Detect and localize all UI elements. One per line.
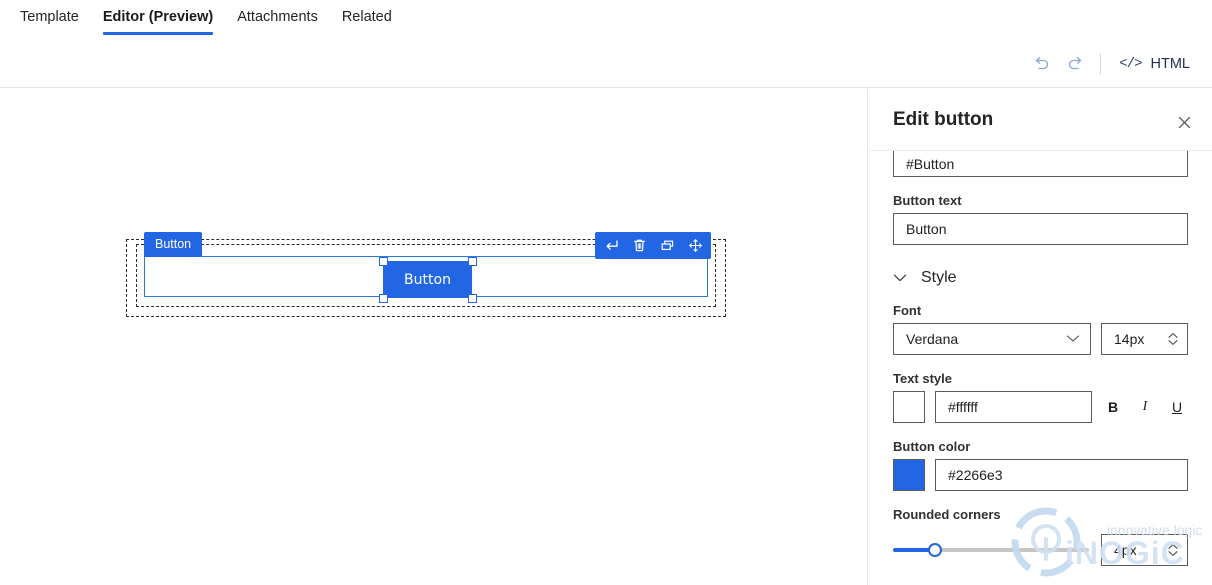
link-url-value: #Button bbox=[906, 155, 955, 172]
move-icon[interactable] bbox=[681, 232, 709, 259]
resize-handle-top-right[interactable] bbox=[468, 257, 477, 266]
redo-button[interactable] bbox=[1058, 47, 1092, 81]
resize-handle-bottom-right[interactable] bbox=[468, 294, 477, 303]
trash-glyph bbox=[633, 239, 645, 252]
panel-body: #Button Button text Button Style Font Ve… bbox=[869, 151, 1212, 566]
edit-button-panel: Edit button #Button Button text Button S… bbox=[869, 89, 1212, 585]
tab-strip: Template Editor (Preview) Attachments Re… bbox=[0, 0, 1212, 40]
element-action-toolbar bbox=[595, 232, 711, 259]
canvas-selected-button[interactable]: Button bbox=[383, 261, 472, 298]
stepper-arrows-icon[interactable] bbox=[1167, 542, 1179, 558]
style-section-title: Style bbox=[921, 269, 957, 286]
text-color-input[interactable]: #ffffff bbox=[935, 391, 1092, 423]
rounded-corners-stepper[interactable]: 4px bbox=[1101, 534, 1188, 566]
text-color-value: #ffffff bbox=[948, 399, 978, 415]
delete-icon[interactable] bbox=[625, 232, 653, 259]
html-view-button[interactable]: </> HTML bbox=[1113, 50, 1196, 78]
style-section-header[interactable]: Style bbox=[893, 269, 1188, 287]
button-text-input[interactable]: Button bbox=[893, 213, 1188, 245]
move-arrows-glyph bbox=[688, 239, 702, 252]
tab-label: Related bbox=[341, 9, 392, 25]
tab-label: Template bbox=[20, 9, 79, 25]
italic-button[interactable]: I bbox=[1134, 399, 1156, 415]
chevron-down-glyph bbox=[893, 274, 907, 281]
font-label: Font bbox=[893, 303, 922, 318]
rounded-corners-row: 4px bbox=[893, 534, 1188, 566]
font-size-value: 14px bbox=[1114, 331, 1145, 347]
chevron-down-icon bbox=[1066, 332, 1080, 346]
command-bar-separator bbox=[1100, 52, 1102, 75]
rounded-corners-slider[interactable] bbox=[893, 541, 1089, 559]
button-color-swatch[interactable] bbox=[893, 459, 925, 491]
close-x-glyph bbox=[1178, 116, 1190, 128]
canvas-button-label: Button bbox=[404, 271, 451, 288]
tab-related[interactable]: Related bbox=[330, 0, 404, 29]
undo-arrow-icon bbox=[1035, 56, 1048, 70]
return-arrow-glyph bbox=[605, 240, 618, 250]
selected-element-tag: Button bbox=[144, 232, 203, 257]
resize-handle-top-left[interactable] bbox=[379, 257, 388, 266]
text-style-row: #ffffff B I U bbox=[893, 391, 1188, 423]
font-row: Verdana 14px bbox=[893, 323, 1188, 355]
tab-editor-preview[interactable]: Editor (Preview) bbox=[91, 0, 225, 35]
stepper-arrows-icon[interactable] bbox=[1167, 331, 1179, 347]
chevron-down-glyph bbox=[1066, 335, 1080, 342]
tab-template[interactable]: Template bbox=[8, 0, 91, 29]
tab-label: Editor (Preview) bbox=[102, 9, 214, 25]
font-family-value: Verdana bbox=[906, 331, 959, 347]
link-url-input[interactable]: #Button bbox=[893, 151, 1188, 177]
editor-command-bar: </> HTML bbox=[0, 40, 1212, 88]
button-color-input[interactable]: #2266e3 bbox=[935, 459, 1188, 491]
font-size-stepper[interactable]: 14px bbox=[1101, 323, 1188, 355]
panel-title: Edit button bbox=[893, 108, 994, 130]
font-family-select[interactable]: Verdana bbox=[893, 323, 1091, 355]
undo-button[interactable] bbox=[1024, 47, 1058, 81]
chevron-down-icon bbox=[893, 272, 907, 285]
duplicate-icon[interactable] bbox=[653, 232, 681, 259]
tab-label: Attachments bbox=[237, 9, 318, 25]
button-color-row: #2266e3 bbox=[893, 459, 1188, 491]
close-icon[interactable] bbox=[1170, 108, 1198, 136]
selected-element-tag-label: Button bbox=[155, 237, 192, 251]
resize-handle-bottom-left[interactable] bbox=[379, 294, 388, 303]
text-style-label: Text style bbox=[893, 371, 953, 386]
underline-button[interactable]: U bbox=[1166, 399, 1188, 415]
stepper-arrows-glyph bbox=[1168, 544, 1178, 556]
html-button-label: HTML bbox=[1150, 55, 1190, 72]
rounded-corners-label: Rounded corners bbox=[893, 507, 1001, 522]
slider-thumb[interactable] bbox=[928, 543, 943, 557]
button-color-label: Button color bbox=[893, 439, 971, 454]
active-tab-underline bbox=[102, 32, 214, 35]
panel-header: Edit button bbox=[869, 89, 1212, 151]
bold-button[interactable]: B bbox=[1102, 399, 1124, 415]
button-text-label: Button text bbox=[893, 193, 962, 208]
stepper-arrows-glyph bbox=[1168, 333, 1178, 345]
code-icon: </> bbox=[1119, 55, 1142, 72]
button-color-value: #2266e3 bbox=[948, 467, 1003, 483]
return-icon[interactable] bbox=[597, 232, 625, 259]
button-text-value: Button bbox=[906, 221, 947, 237]
text-color-swatch[interactable] bbox=[893, 391, 925, 423]
rounded-corners-value: 4px bbox=[1114, 542, 1137, 558]
redo-arrow-icon bbox=[1068, 56, 1082, 70]
tab-attachments[interactable]: Attachments bbox=[225, 0, 330, 29]
duplicate-glyph bbox=[661, 240, 673, 251]
editor-canvas[interactable]: Button Button bbox=[0, 89, 868, 585]
